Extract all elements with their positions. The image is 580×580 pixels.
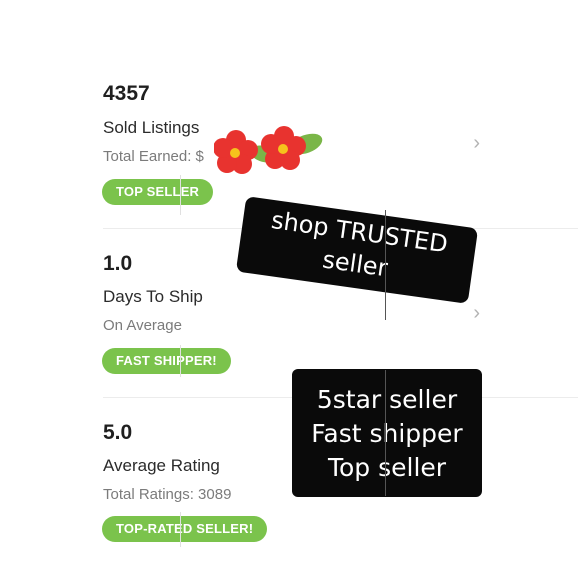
trusted-seller-sticker: shop TRUSTED seller: [235, 196, 479, 304]
chevron-right-icon[interactable]: ›: [473, 132, 480, 155]
chevron-right-icon[interactable]: ›: [473, 302, 480, 325]
total-ratings-text: Total Ratings: 3089: [103, 486, 232, 503]
days-to-ship-label: Days To Ship: [103, 287, 203, 306]
sticker-line: 5star seller: [316, 385, 458, 414]
average-rating-value: 5.0: [103, 421, 133, 444]
guide-line: [180, 175, 181, 215]
total-earned-text: Total Earned: $: [103, 148, 204, 165]
top-seller-badge: TOP SELLER: [102, 179, 214, 205]
fast-shipper-badge: FAST SHIPPER!: [102, 348, 231, 374]
seller-info-sticker: 5star seller Fast shipper Top seller: [292, 369, 482, 497]
guide-line: [180, 512, 181, 547]
sold-listings-label: Sold Listings: [103, 118, 200, 137]
guide-line: [180, 345, 181, 377]
flower-icon: [214, 126, 323, 174]
sticker-line: Top seller: [327, 453, 447, 482]
top-rated-seller-badge: TOP-RATED SELLER!: [102, 516, 268, 542]
days-to-ship-value: 1.0: [103, 252, 133, 275]
sticker-line: Fast shipper: [311, 419, 463, 448]
average-rating-label: Average Rating: [103, 456, 220, 475]
on-average-text: On Average: [103, 317, 182, 334]
guide-line: [385, 210, 386, 320]
sold-listings-count: 4357: [103, 82, 150, 105]
guide-line: [385, 370, 386, 496]
